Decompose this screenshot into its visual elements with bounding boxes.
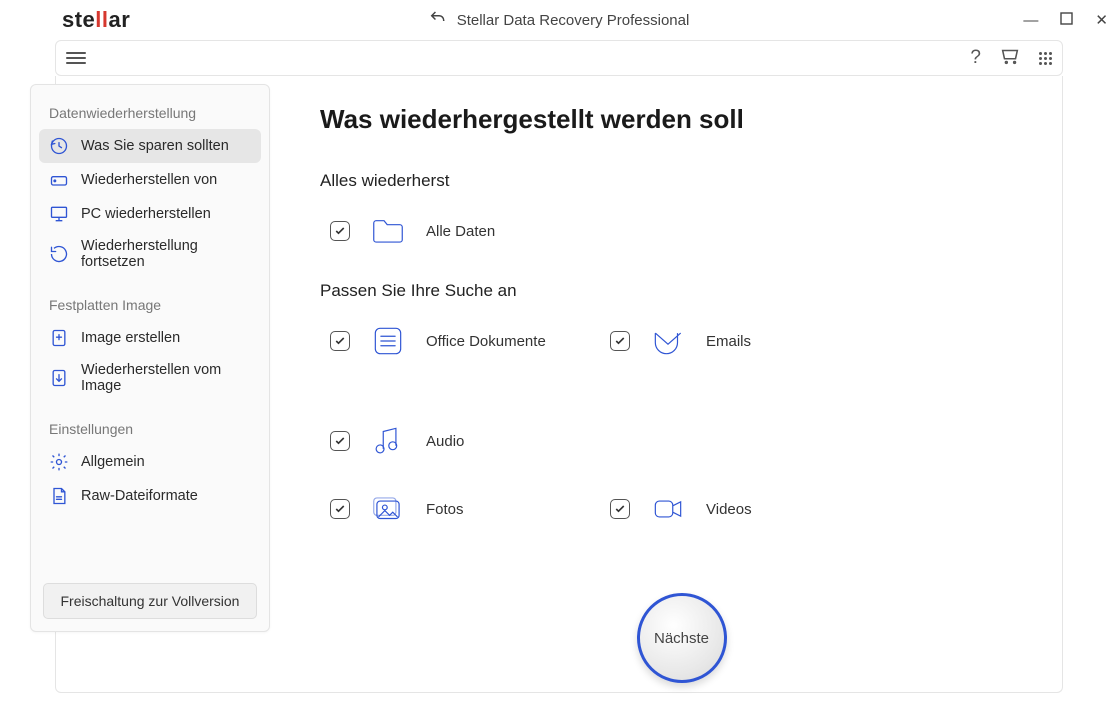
apps-button[interactable] xyxy=(1039,52,1052,65)
folder-icon xyxy=(368,211,408,251)
sidebar-item-what-to-recover[interactable]: Was Sie sparen sollten xyxy=(39,129,261,163)
app-logo: stellar xyxy=(12,7,130,33)
item-documents: Office Dokumente xyxy=(330,321,550,361)
documents-icon xyxy=(368,321,408,361)
photos-icon xyxy=(368,489,408,529)
sidebar-section-settings: Einstellungen xyxy=(39,415,261,445)
checkbox-documents[interactable] xyxy=(330,331,350,351)
sidebar-item-label: Was Sie sparen sollten xyxy=(81,138,229,154)
minimize-button[interactable]: — xyxy=(1023,12,1038,29)
toolbar: ? xyxy=(55,40,1063,76)
item-all-data: Alle Daten xyxy=(330,211,550,251)
monitor-icon xyxy=(49,204,69,224)
resume-icon xyxy=(49,244,69,264)
checkbox-emails[interactable] xyxy=(610,331,630,351)
maximize-button[interactable] xyxy=(1060,12,1073,29)
item-emails: Emails xyxy=(610,321,830,361)
checkbox-photos[interactable] xyxy=(330,499,350,519)
next-label: Nächste xyxy=(654,630,709,647)
item-label: Alle Daten xyxy=(426,223,495,240)
gear-icon xyxy=(49,452,69,472)
item-videos: Videos xyxy=(610,489,830,529)
close-button[interactable]: ✕ xyxy=(1095,11,1108,29)
unlock-full-version-button[interactable]: Freischaltung zur Vollversion xyxy=(43,583,257,619)
item-label: Emails xyxy=(706,333,751,350)
videos-icon xyxy=(648,489,688,529)
section-title-custom: Passen Sie Ihre Suche an xyxy=(320,281,1063,301)
section-title-all: Alles wiederherst xyxy=(320,171,1063,191)
menu-button[interactable] xyxy=(66,49,86,67)
item-audio: Audio xyxy=(330,421,550,461)
page-title: Was wiederhergestellt werden soll xyxy=(320,104,1063,135)
sidebar-item-label: Wiederherstellen vom Image xyxy=(81,362,251,394)
sidebar-item-raw-formats[interactable]: Raw-Dateiformate xyxy=(39,479,261,513)
checkbox-audio[interactable] xyxy=(330,431,350,451)
checkbox-videos[interactable] xyxy=(610,499,630,519)
create-image-icon xyxy=(49,328,69,348)
sidebar-item-label: PC wiederherstellen xyxy=(81,206,211,222)
item-label: Audio xyxy=(426,433,464,450)
titlebar: stellar Stellar Data Recovery Profession… xyxy=(0,0,1118,40)
sidebar-section-recovery: Datenwiederherstellung xyxy=(39,99,261,129)
restore-image-icon xyxy=(49,368,69,388)
sidebar: Datenwiederherstellung Was Sie sparen so… xyxy=(30,84,270,632)
email-icon xyxy=(648,321,688,361)
raw-icon xyxy=(49,486,69,506)
window-controls: — ✕ xyxy=(1023,11,1108,29)
drive-icon xyxy=(49,170,69,190)
checkbox-all-data[interactable] xyxy=(330,221,350,241)
sidebar-item-restore-from-image[interactable]: Wiederherstellen vom Image xyxy=(39,355,261,401)
item-photos: Fotos xyxy=(330,489,550,529)
sidebar-item-resume-recovery[interactable]: Wiederherstellung fortsetzen xyxy=(39,231,261,277)
item-label: Videos xyxy=(706,501,752,518)
sidebar-item-recover-from[interactable]: Wiederherstellen von xyxy=(39,163,261,197)
sidebar-item-create-image[interactable]: Image erstellen xyxy=(39,321,261,355)
titlebar-title-group: Stellar Data Recovery Professional xyxy=(429,9,690,31)
help-button[interactable]: ? xyxy=(970,47,981,69)
restore-icon xyxy=(49,136,69,156)
sidebar-item-label: Wiederherstellung fortsetzen xyxy=(81,238,251,270)
back-icon[interactable] xyxy=(429,9,447,31)
sidebar-item-label: Allgemein xyxy=(81,454,145,470)
sidebar-section-image: Festplatten Image xyxy=(39,291,261,321)
sidebar-item-label: Wiederherstellen von xyxy=(81,172,217,188)
sidebar-item-label: Image erstellen xyxy=(81,330,180,346)
audio-icon xyxy=(368,421,408,461)
item-label: Office Dokumente xyxy=(426,333,546,350)
sidebar-item-label: Raw-Dateiformate xyxy=(81,488,198,504)
cart-button[interactable] xyxy=(999,45,1021,72)
main-content: Was wiederhergestellt werden soll Alles … xyxy=(300,84,1063,693)
sidebar-item-recover-pc[interactable]: PC wiederherstellen xyxy=(39,197,261,231)
item-label: Fotos xyxy=(426,501,464,518)
next-button[interactable]: Nächste xyxy=(637,593,727,683)
app-title: Stellar Data Recovery Professional xyxy=(457,12,690,29)
sidebar-item-general[interactable]: Allgemein xyxy=(39,445,261,479)
